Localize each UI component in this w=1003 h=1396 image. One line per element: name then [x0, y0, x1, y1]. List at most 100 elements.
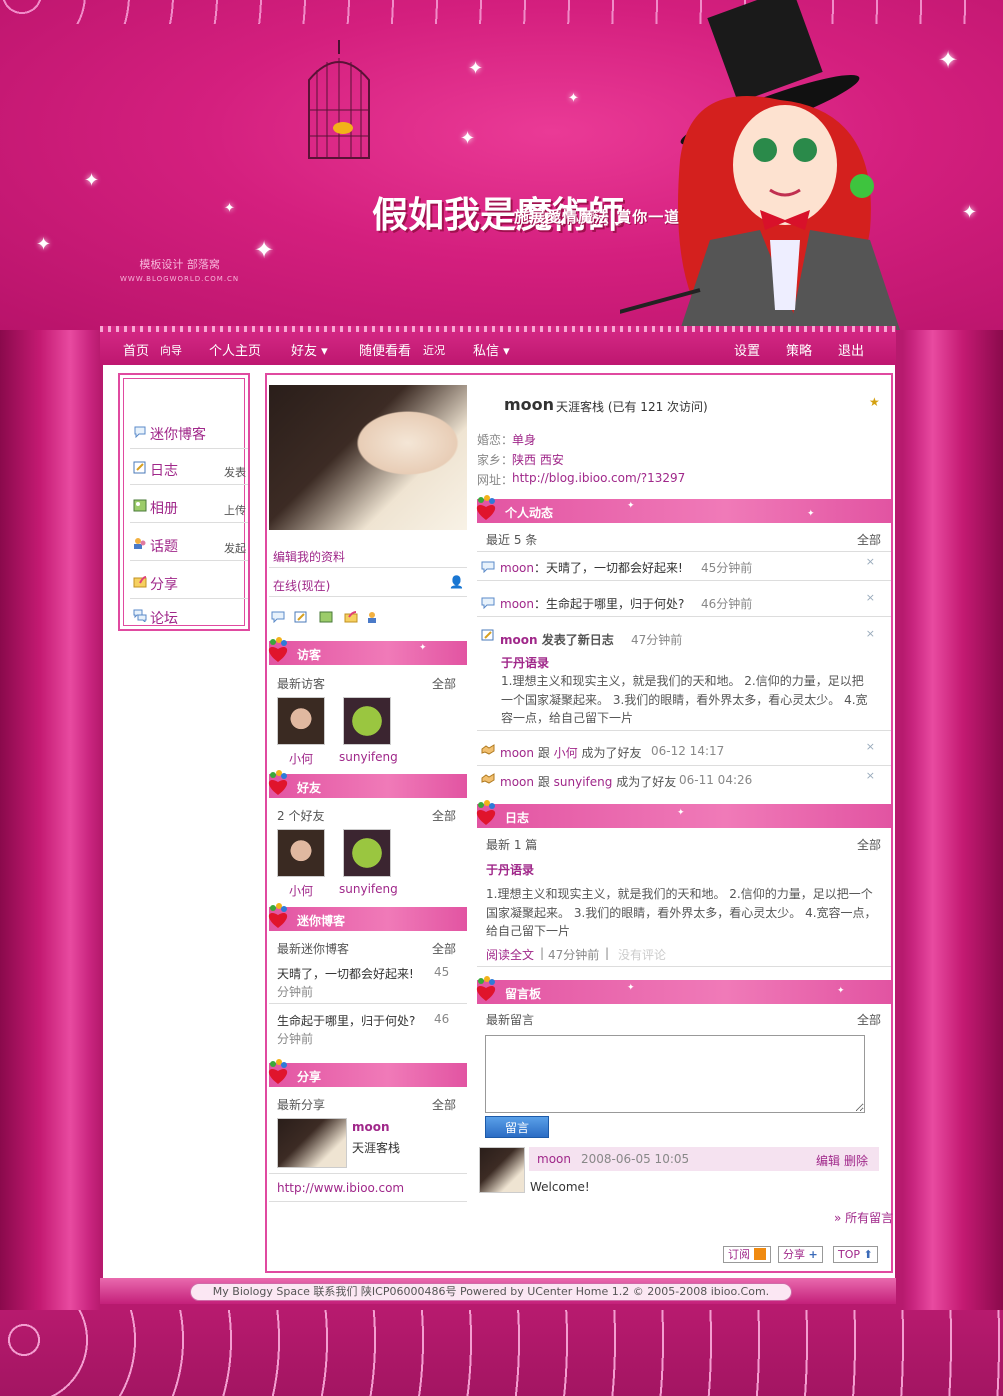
guestbook-header: 留言板 ✦ ✦: [476, 976, 891, 1004]
heart-badge-icon: [476, 495, 496, 520]
nav-friends[interactable]: 好友 ▾: [291, 340, 328, 359]
activity-action: 跟: [537, 746, 550, 760]
menu-item-miniblog[interactable]: 迷你博客: [130, 413, 248, 449]
handshake-icon: [481, 773, 495, 784]
divider: [477, 580, 891, 581]
friend-name[interactable]: sunyifeng: [339, 882, 398, 896]
blog-post-title[interactable]: 于丹语录: [486, 861, 534, 878]
app-menu: 迷你博客 日志 发表 相册 上传 话题 发起 分享 论坛: [118, 373, 250, 631]
message-time: 2008-06-05 10:05: [581, 1152, 690, 1166]
friends-all-link[interactable]: 全部: [432, 807, 456, 824]
menu-extra[interactable]: 上传: [224, 502, 246, 518]
nav-guide[interactable]: 向导: [160, 342, 182, 358]
nav-policy[interactable]: 策略: [786, 340, 812, 359]
sparkle-icon: ✦: [938, 46, 959, 74]
menu-item-forum[interactable]: 论坛: [130, 597, 248, 633]
miniblog-time: 46: [434, 1012, 450, 1026]
menu-label: 迷你博客: [150, 427, 206, 443]
comment-count[interactable]: 没有评论: [618, 946, 666, 963]
profile-photo[interactable]: [269, 385, 467, 530]
visitor-name[interactable]: sunyifeng: [339, 750, 398, 764]
avatar[interactable]: [277, 697, 325, 745]
nav-browse[interactable]: 随便看看: [359, 340, 411, 359]
field-website[interactable]: http://blog.ibioo.com/?13297: [512, 471, 685, 485]
sparkle-icon: ✦: [677, 808, 685, 818]
blog-post-title[interactable]: 于丹语录: [501, 654, 549, 671]
photo-icon[interactable]: [319, 611, 333, 623]
visitors-header: 访客 ✦: [268, 637, 467, 665]
tag-label: 订阅: [728, 1248, 750, 1261]
miniblog-time: 45: [434, 965, 450, 979]
read-more-link[interactable]: 阅读全文: [486, 946, 534, 963]
edit-link[interactable]: 编辑: [816, 1152, 840, 1169]
share-all-link[interactable]: 全部: [432, 1096, 456, 1113]
share-icon[interactable]: [344, 611, 358, 623]
submit-message-button[interactable]: 留言: [485, 1116, 549, 1138]
nav-settings[interactable]: 设置: [734, 340, 760, 359]
avatar[interactable]: [343, 697, 391, 745]
guestbook-textarea[interactable]: [485, 1035, 865, 1113]
template-credit: 模板设计 部落窝 WWW.BLOGWORLD.COM.CN: [120, 258, 239, 286]
activity-action: 成为了好友: [581, 746, 642, 760]
activity-user[interactable]: moon: [500, 775, 534, 789]
delete-icon[interactable]: ×: [866, 555, 875, 568]
blog-all-link[interactable]: 全部: [857, 836, 881, 853]
menu-extra[interactable]: 发表: [224, 464, 246, 480]
activity-user[interactable]: moon: [500, 633, 538, 647]
menu-label: 相册: [150, 501, 178, 517]
share-user[interactable]: moon: [352, 1120, 390, 1134]
photo-icon: [133, 499, 147, 512]
nav-home[interactable]: 首页: [123, 340, 149, 359]
activity-user[interactable]: sunyifeng: [554, 775, 613, 789]
credit-text: 模板设计 部落窝: [139, 258, 220, 271]
subscribe-button[interactable]: 订阅: [723, 1246, 771, 1263]
notepad-icon[interactable]: [294, 611, 308, 623]
menu-item-blog[interactable]: 日志 发表: [130, 449, 248, 485]
field-hometown[interactable]: 陕西 西安: [512, 451, 564, 468]
activity-action: 发表了新日志: [541, 633, 614, 647]
activity-user[interactable]: moon: [500, 561, 534, 575]
menu-extra[interactable]: 发起: [224, 540, 246, 556]
users-icon[interactable]: [367, 611, 381, 623]
credit-url: WWW.BLOGWORLD.COM.CN: [120, 275, 240, 283]
nav-logout[interactable]: 退出: [838, 340, 864, 359]
nav-personal-home[interactable]: 个人主页: [209, 340, 261, 359]
friend-name[interactable]: 小何: [289, 882, 313, 899]
avatar[interactable]: [277, 829, 325, 877]
heart-badge-icon: [476, 976, 496, 1001]
menu-item-album[interactable]: 相册 上传: [130, 487, 248, 523]
nav-messages[interactable]: 私信 ▾: [473, 340, 510, 359]
delete-icon[interactable]: ×: [866, 740, 875, 753]
activity-user[interactable]: moon: [500, 746, 534, 760]
visitors-all-link[interactable]: 全部: [432, 675, 456, 692]
share-button[interactable]: 分享 +: [778, 1246, 823, 1263]
star-icon[interactable]: ★: [869, 395, 880, 409]
miniblog-all-link[interactable]: 全部: [432, 940, 456, 957]
arrow-up-icon: ⬆: [863, 1248, 873, 1261]
miniblog-time: 分钟前: [277, 1032, 314, 1046]
activity-user[interactable]: moon: [500, 597, 534, 611]
all-messages-link[interactable]: » 所有留言: [834, 1209, 893, 1226]
top-button[interactable]: TOP ⬆: [833, 1246, 878, 1263]
avatar[interactable]: [479, 1147, 525, 1193]
nav-status[interactable]: 近况: [423, 342, 445, 358]
activity-user[interactable]: 小何: [554, 746, 578, 760]
visitor-name[interactable]: 小何: [289, 750, 313, 767]
delete-icon[interactable]: ×: [866, 591, 875, 604]
delete-link[interactable]: 删除: [844, 1152, 868, 1169]
blog-post-excerpt: 国家凝聚起来。 3.我们的眼睛，看外界太多，看心灵太少。 4.宽容一点，: [486, 906, 877, 920]
edit-profile-link[interactable]: 编辑我的资料: [273, 548, 345, 565]
share-thumbnail[interactable]: [277, 1118, 347, 1168]
activity-all-link[interactable]: 全部: [857, 531, 881, 548]
message-user[interactable]: moon: [537, 1152, 571, 1166]
field-marital: 单身: [512, 433, 537, 447]
user-icon[interactable]: 👤: [449, 575, 464, 589]
share-url[interactable]: http://www.ibioo.com: [277, 1181, 404, 1195]
delete-icon[interactable]: ×: [866, 769, 875, 782]
menu-item-topic[interactable]: 话题 发起: [130, 525, 248, 561]
delete-icon[interactable]: ×: [866, 627, 875, 640]
avatar[interactable]: [343, 829, 391, 877]
guestbook-all-link[interactable]: 全部: [857, 1011, 881, 1028]
speech-bubble-icon[interactable]: [271, 611, 285, 623]
menu-item-share[interactable]: 分享: [130, 563, 248, 599]
